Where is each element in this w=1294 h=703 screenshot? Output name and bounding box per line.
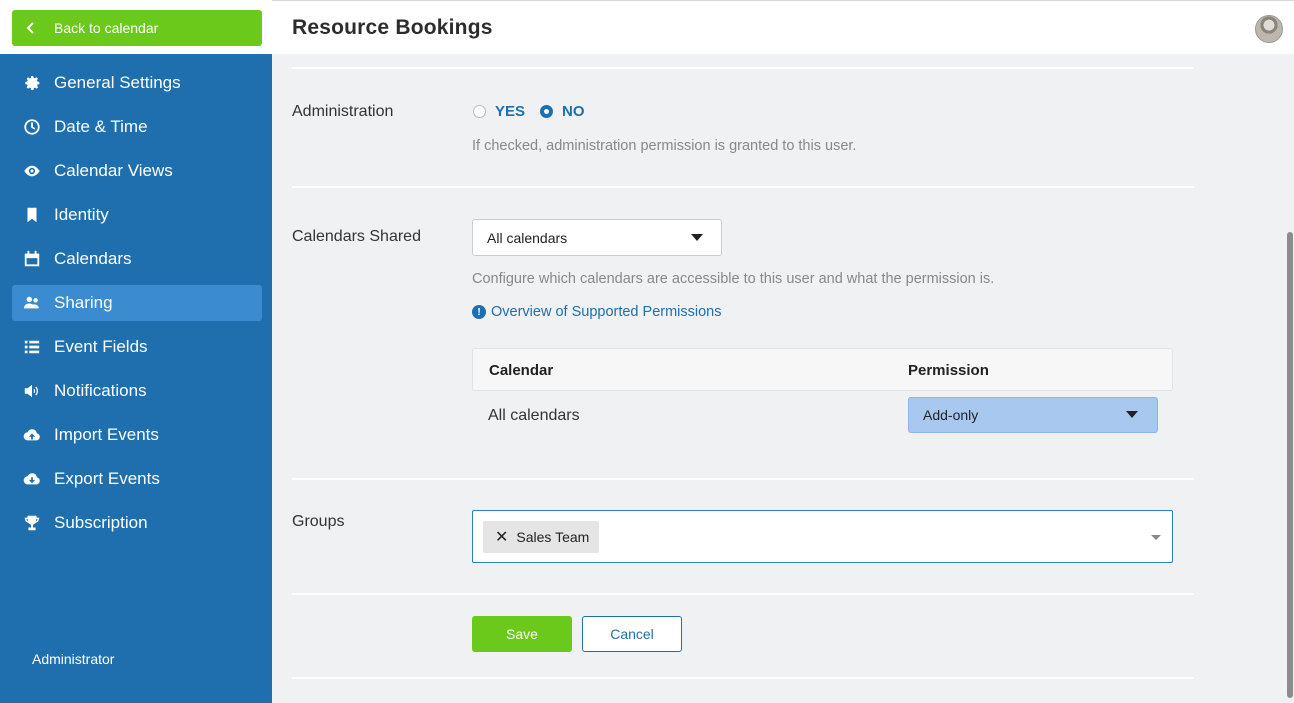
sidebar-item-label: Export Events — [54, 469, 160, 488]
sidebar-item-sharing[interactable]: Sharing — [12, 285, 262, 321]
caret-down-icon — [691, 234, 703, 241]
avatar[interactable] — [1255, 15, 1283, 43]
supported-permissions-link[interactable]: ! Overview of Supported Permissions — [472, 304, 722, 320]
link-label: Overview of Supported Permissions — [491, 304, 722, 320]
sidebar-item-label: Calendar Views — [54, 161, 173, 180]
sidebar-item-subscription[interactable]: Subscription — [12, 505, 262, 541]
table-header: Calendar Permission — [472, 348, 1173, 391]
megaphone-icon — [22, 381, 42, 401]
radio-circle-checked — [540, 105, 553, 118]
select-value: All calendars — [487, 229, 568, 246]
administration-help-text: If checked, administration permission is… — [472, 138, 857, 154]
section-divider — [292, 677, 1194, 679]
administration-label: Administration — [292, 103, 394, 120]
groups-multiselect[interactable]: ✕ Sales Team — [472, 510, 1173, 563]
page-header: Resource Bookings — [272, 0, 1294, 54]
user-role-label: Administrator — [32, 651, 115, 667]
sidebar-item-label: Calendars — [54, 249, 132, 268]
scrollbar[interactable] — [1287, 232, 1293, 698]
sidebar-item-label: Subscription — [54, 513, 148, 532]
chevron-left-icon — [26, 22, 48, 34]
info-icon: ! — [472, 305, 486, 319]
tag-label: Sales Team — [516, 529, 590, 545]
cloud-upload-icon — [22, 425, 42, 445]
sidebar-item-export-events[interactable]: Export Events — [12, 461, 262, 497]
section-divider — [292, 186, 1194, 188]
column-header-calendar: Calendar — [489, 362, 554, 379]
permission-select[interactable]: Add-only — [908, 397, 1158, 433]
section-divider — [292, 478, 1194, 480]
radio-circle — [473, 105, 486, 118]
section-divider — [292, 67, 1194, 69]
sidebar-item-label: Sharing — [54, 293, 113, 312]
groups-label: Groups — [292, 513, 345, 530]
calendars-shared-help-text: Configure which calendars are accessible… — [472, 271, 995, 287]
remove-tag-icon[interactable]: ✕ — [495, 527, 508, 547]
section-divider — [292, 593, 1194, 595]
sidebar-item-label: Event Fields — [54, 337, 148, 356]
list-icon — [22, 337, 42, 357]
sidebar-item-date-time[interactable]: Date & Time — [12, 109, 262, 145]
group-tag: ✕ Sales Team — [483, 521, 600, 553]
gear-icon — [22, 73, 42, 93]
administration-yes-radio[interactable]: YES — [473, 103, 525, 120]
permissions-table: Calendar Permission All calendars Add-on… — [472, 348, 1173, 449]
sidebar-item-label: Identity — [54, 205, 109, 224]
sidebar-nav: General Settings Date & Time Calendar Vi… — [12, 65, 262, 549]
back-to-calendar-label: Back to calendar — [54, 20, 159, 36]
radio-label: NO — [562, 103, 585, 120]
sidebar-item-calendars[interactable]: Calendars — [12, 241, 262, 277]
eye-icon — [22, 161, 42, 181]
sidebar-item-event-fields[interactable]: Event Fields — [12, 329, 262, 365]
caret-down-icon[interactable] — [1151, 535, 1161, 540]
sidebar-item-calendar-views[interactable]: Calendar Views — [12, 153, 262, 189]
column-header-permission: Permission — [908, 362, 989, 379]
sidebar-item-general-settings[interactable]: General Settings — [12, 65, 262, 101]
back-to-calendar-button[interactable]: Back to calendar — [12, 10, 262, 46]
sidebar-item-label: Date & Time — [54, 117, 148, 136]
calendar-icon — [22, 249, 42, 269]
sidebar-item-label: General Settings — [54, 73, 181, 92]
administration-no-radio[interactable]: NO — [540, 103, 585, 120]
table-row: All calendars Add-only — [472, 391, 1173, 449]
save-button[interactable]: Save — [472, 616, 572, 652]
page-title: Resource Bookings — [292, 16, 493, 39]
sidebar-item-notifications[interactable]: Notifications — [12, 373, 262, 409]
sidebar: Back to calendar General Settings Date &… — [0, 0, 272, 703]
radio-label: YES — [495, 103, 526, 120]
users-icon — [22, 293, 42, 313]
caret-down-icon — [1126, 411, 1138, 418]
sidebar-top: Back to calendar — [0, 0, 272, 54]
select-value: Add-only — [923, 407, 979, 423]
sidebar-item-identity[interactable]: Identity — [12, 197, 262, 233]
trophy-icon — [22, 513, 42, 533]
sidebar-item-label: Import Events — [54, 425, 159, 444]
calendars-shared-select[interactable]: All calendars — [472, 219, 722, 256]
cloud-download-icon — [22, 469, 42, 489]
clock-icon — [22, 117, 42, 137]
calendar-cell: All calendars — [488, 407, 580, 424]
bookmark-icon — [22, 205, 42, 225]
sidebar-item-import-events[interactable]: Import Events — [12, 417, 262, 453]
cancel-button[interactable]: Cancel — [582, 616, 682, 652]
sidebar-item-label: Notifications — [54, 381, 147, 400]
calendars-shared-label: Calendars Shared — [292, 228, 421, 245]
